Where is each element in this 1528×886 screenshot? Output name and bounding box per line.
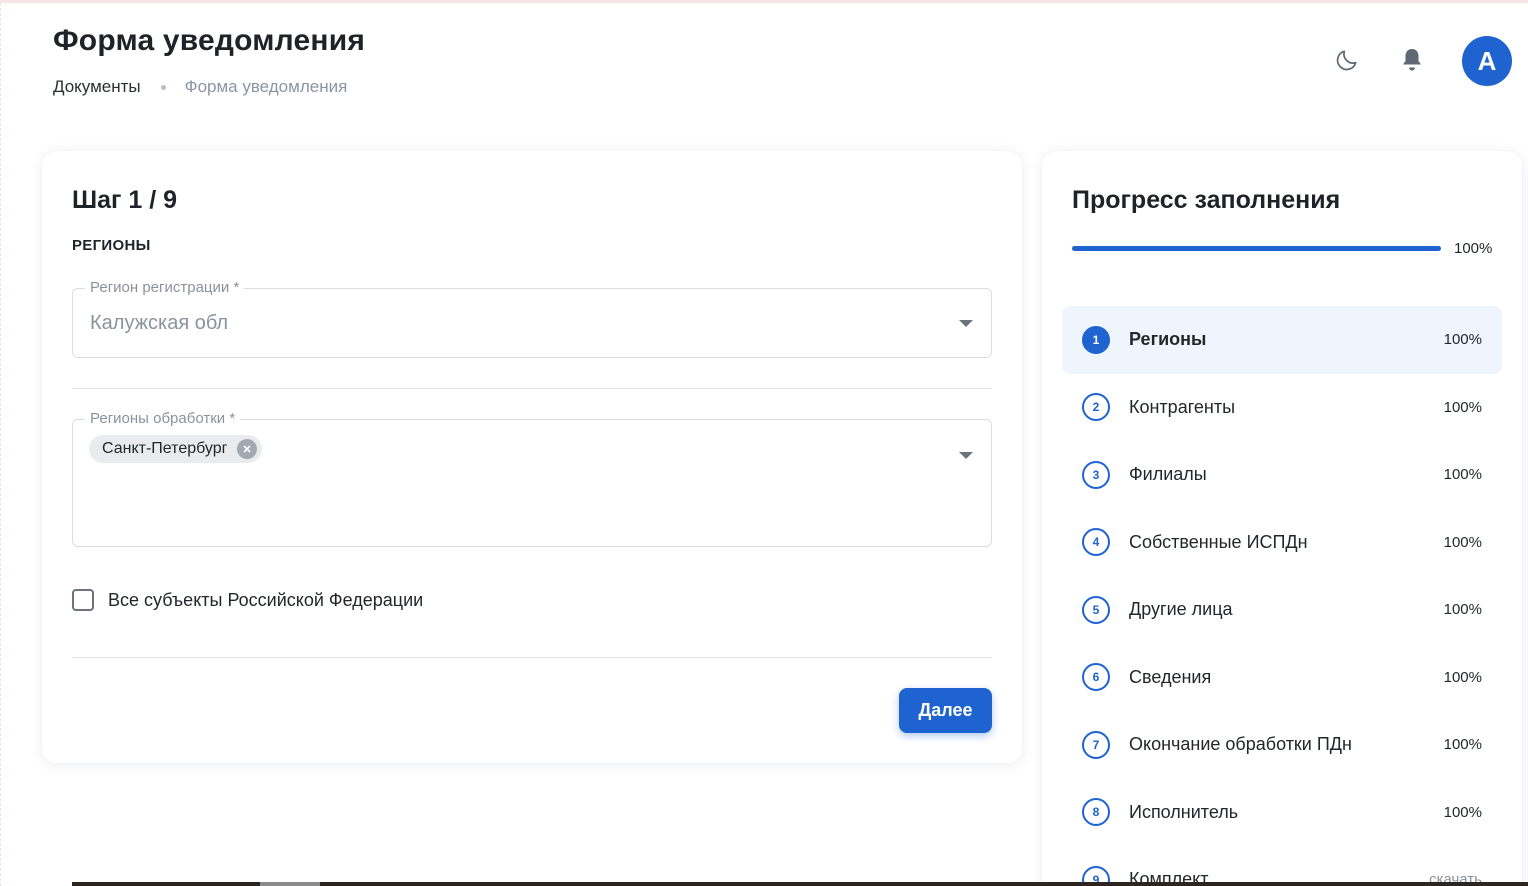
breadcrumb-current: Форма уведомления xyxy=(184,77,348,96)
step-item-own-ispdn[interactable]: 4 Собственные ИСПДн 100% xyxy=(1062,509,1502,577)
progress-card: Прогресс заполнения 100% 1 Регионы 100% … xyxy=(1042,151,1522,886)
left-rule xyxy=(0,3,1,886)
breadcrumb: Документы Форма уведомления xyxy=(53,77,347,97)
step-status: 100% xyxy=(1443,736,1482,754)
step-number: 5 xyxy=(1082,595,1110,624)
step-status: 100% xyxy=(1443,533,1482,551)
step-status: 100% xyxy=(1443,601,1482,619)
step-name: Собственные ИСПДн xyxy=(1129,531,1308,552)
all-subjects-option[interactable]: Все субъекты Российской Федерации xyxy=(72,589,423,611)
next-button[interactable]: Далее xyxy=(899,688,992,733)
region-chip: Санкт-Петербург xyxy=(89,435,263,463)
close-icon xyxy=(243,445,252,453)
step-item-branches[interactable]: 3 Филиалы 100% xyxy=(1062,441,1502,509)
bell-icon xyxy=(1403,49,1421,71)
step-item-counterparties[interactable]: 2 Контрагенты 100% xyxy=(1062,374,1502,442)
moon-icon xyxy=(1336,50,1357,71)
step-item-package[interactable]: 9 Комплект скачать xyxy=(1062,846,1502,886)
step-number: 3 xyxy=(1082,460,1110,489)
registration-region-select[interactable]: Регион регистрации * Калужская обл xyxy=(72,279,992,358)
step-number: 7 xyxy=(1082,730,1110,759)
all-subjects-label[interactable]: Все субъекты Российской Федерации xyxy=(108,590,423,611)
processing-regions-label: Регионы обработки * xyxy=(85,410,241,427)
step-name: Окончание обработки ПДн xyxy=(1129,734,1352,755)
top-rule xyxy=(0,0,1528,3)
processing-regions-select[interactable]: Регионы обработки * Санкт-Петербург xyxy=(72,410,992,547)
step-item-details[interactable]: 6 Сведения 100% xyxy=(1062,644,1502,712)
section-title: РЕГИОНЫ xyxy=(72,237,151,254)
region-chip-label: Санкт-Петербург xyxy=(102,440,228,457)
breadcrumb-separator xyxy=(160,84,166,90)
divider xyxy=(72,657,992,658)
step-status: 100% xyxy=(1443,668,1482,686)
divider xyxy=(72,388,992,389)
progress-bar xyxy=(1072,246,1441,251)
breadcrumb-documents-link[interactable]: Документы xyxy=(53,77,141,97)
chevron-down-icon[interactable] xyxy=(959,320,973,327)
step-item-regions[interactable]: 1 Регионы 100% xyxy=(1062,306,1502,374)
registration-region-value: Калужская обл xyxy=(90,312,229,334)
step-name: Контрагенты xyxy=(1129,396,1236,417)
step-number: 1 xyxy=(1082,325,1110,354)
step-name: Другие лица xyxy=(1129,599,1233,620)
theme-toggle-button[interactable] xyxy=(1325,38,1369,82)
step-number: 8 xyxy=(1082,798,1110,827)
step-counter: Шаг 1 / 9 xyxy=(72,186,178,214)
step-name: Филиалы xyxy=(1129,464,1207,485)
progress-title: Прогресс заполнения xyxy=(1072,186,1341,214)
progress-percent: 100% xyxy=(1454,240,1493,257)
step-number: 6 xyxy=(1082,663,1110,692)
step-status: 100% xyxy=(1443,803,1482,821)
registration-region-label: Регион регистрации * xyxy=(85,279,245,296)
step-item-processing-end[interactable]: 7 Окончание обработки ПДн 100% xyxy=(1062,711,1502,779)
chip-remove-button[interactable] xyxy=(237,439,258,459)
page: Форма уведомления Документы Форма уведом… xyxy=(0,0,1528,886)
user-avatar[interactable]: А xyxy=(1462,36,1512,86)
page-title: Форма уведомления xyxy=(53,24,366,57)
progress-bar-fill xyxy=(1072,246,1441,251)
step-name: Сведения xyxy=(1129,666,1212,687)
step-name: Исполнитель xyxy=(1129,801,1239,822)
form-card: Шаг 1 / 9 РЕГИОНЫ Регион регистрации * К… xyxy=(42,151,1022,763)
step-status: 100% xyxy=(1443,331,1482,349)
step-status: 100% xyxy=(1443,466,1482,484)
chevron-down-icon[interactable] xyxy=(959,452,973,459)
step-number: 4 xyxy=(1082,528,1110,557)
bottom-strip-segment xyxy=(260,882,320,886)
step-list: 1 Регионы 100% 2 Контрагенты 100% 3 Фили… xyxy=(1062,306,1502,886)
step-item-executor[interactable]: 8 Исполнитель 100% xyxy=(1062,779,1502,847)
step-item-other-persons[interactable]: 5 Другие лица 100% xyxy=(1062,576,1502,644)
notifications-button[interactable] xyxy=(1390,38,1434,82)
step-number: 2 xyxy=(1082,393,1110,422)
bottom-strip xyxy=(72,882,1528,886)
step-name: Регионы xyxy=(1129,329,1207,350)
all-subjects-checkbox[interactable] xyxy=(72,589,94,611)
step-status: 100% xyxy=(1443,398,1482,416)
